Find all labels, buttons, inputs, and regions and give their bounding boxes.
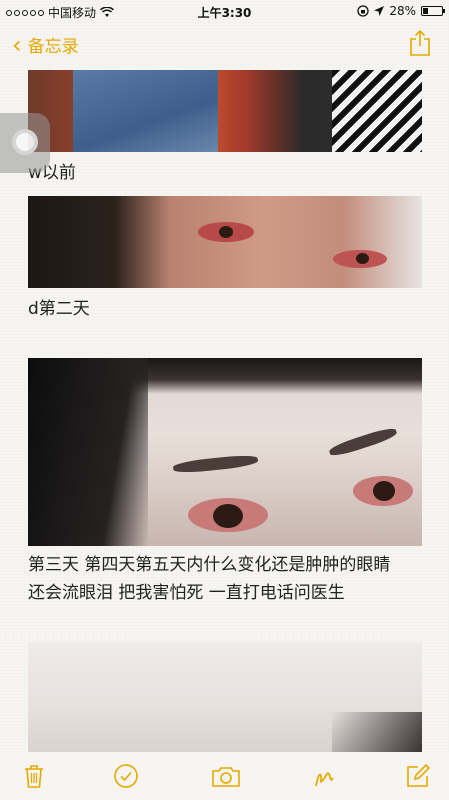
photo-detail — [219, 226, 233, 238]
photo-detail — [332, 70, 422, 152]
delete-button[interactable] — [20, 762, 48, 790]
camera-button[interactable] — [210, 762, 242, 790]
photo-detail — [356, 253, 369, 264]
note-caption: 第三天 第四天第五天内什么变化还是肿肿的眼睛 — [28, 555, 391, 575]
trash-icon — [25, 765, 43, 788]
location-icon — [374, 6, 385, 16]
photo-detail — [73, 70, 218, 152]
sketch-icon — [315, 772, 334, 787]
sketch-button[interactable] — [310, 762, 338, 790]
share-button[interactable] — [409, 29, 431, 56]
navigation-bar: ‹ 备忘录 — [0, 22, 449, 66]
photo-detail — [213, 504, 243, 528]
compose-icon — [407, 763, 431, 787]
photo-detail — [332, 712, 422, 752]
camera-icon — [212, 767, 240, 787]
status-bar: 中国移动 上午3:30 28% — [0, 0, 449, 22]
note-photo[interactable] — [28, 642, 422, 752]
note-photo[interactable] — [28, 70, 422, 152]
note-photo[interactable] — [28, 196, 422, 288]
back-button[interactable]: ‹ 备忘录 — [12, 30, 79, 59]
battery-icon — [421, 6, 445, 16]
photo-detail — [327, 425, 399, 459]
assistive-touch-icon — [12, 129, 38, 155]
chevron-left-icon: ‹ — [12, 30, 22, 59]
bottom-toolbar — [0, 752, 449, 800]
assistive-touch-button[interactable] — [0, 113, 50, 173]
photo-detail — [373, 481, 395, 501]
rotation-lock-icon — [357, 5, 369, 17]
checkmark-icon — [114, 764, 138, 788]
note-photo[interactable] — [28, 358, 422, 546]
share-icon — [410, 29, 430, 56]
photo-detail — [172, 453, 259, 475]
status-indicators: 28% — [357, 4, 445, 18]
note-caption: 还会流眼泪 把我害怕死 一直打电话问医生 — [28, 583, 345, 603]
checklist-button[interactable] — [112, 762, 140, 790]
compose-button[interactable] — [404, 762, 432, 790]
photo-detail — [28, 358, 148, 546]
battery-percent: 28% — [389, 4, 416, 18]
back-label: 备忘录 — [27, 37, 79, 57]
note-caption: d第二天 — [28, 299, 90, 319]
